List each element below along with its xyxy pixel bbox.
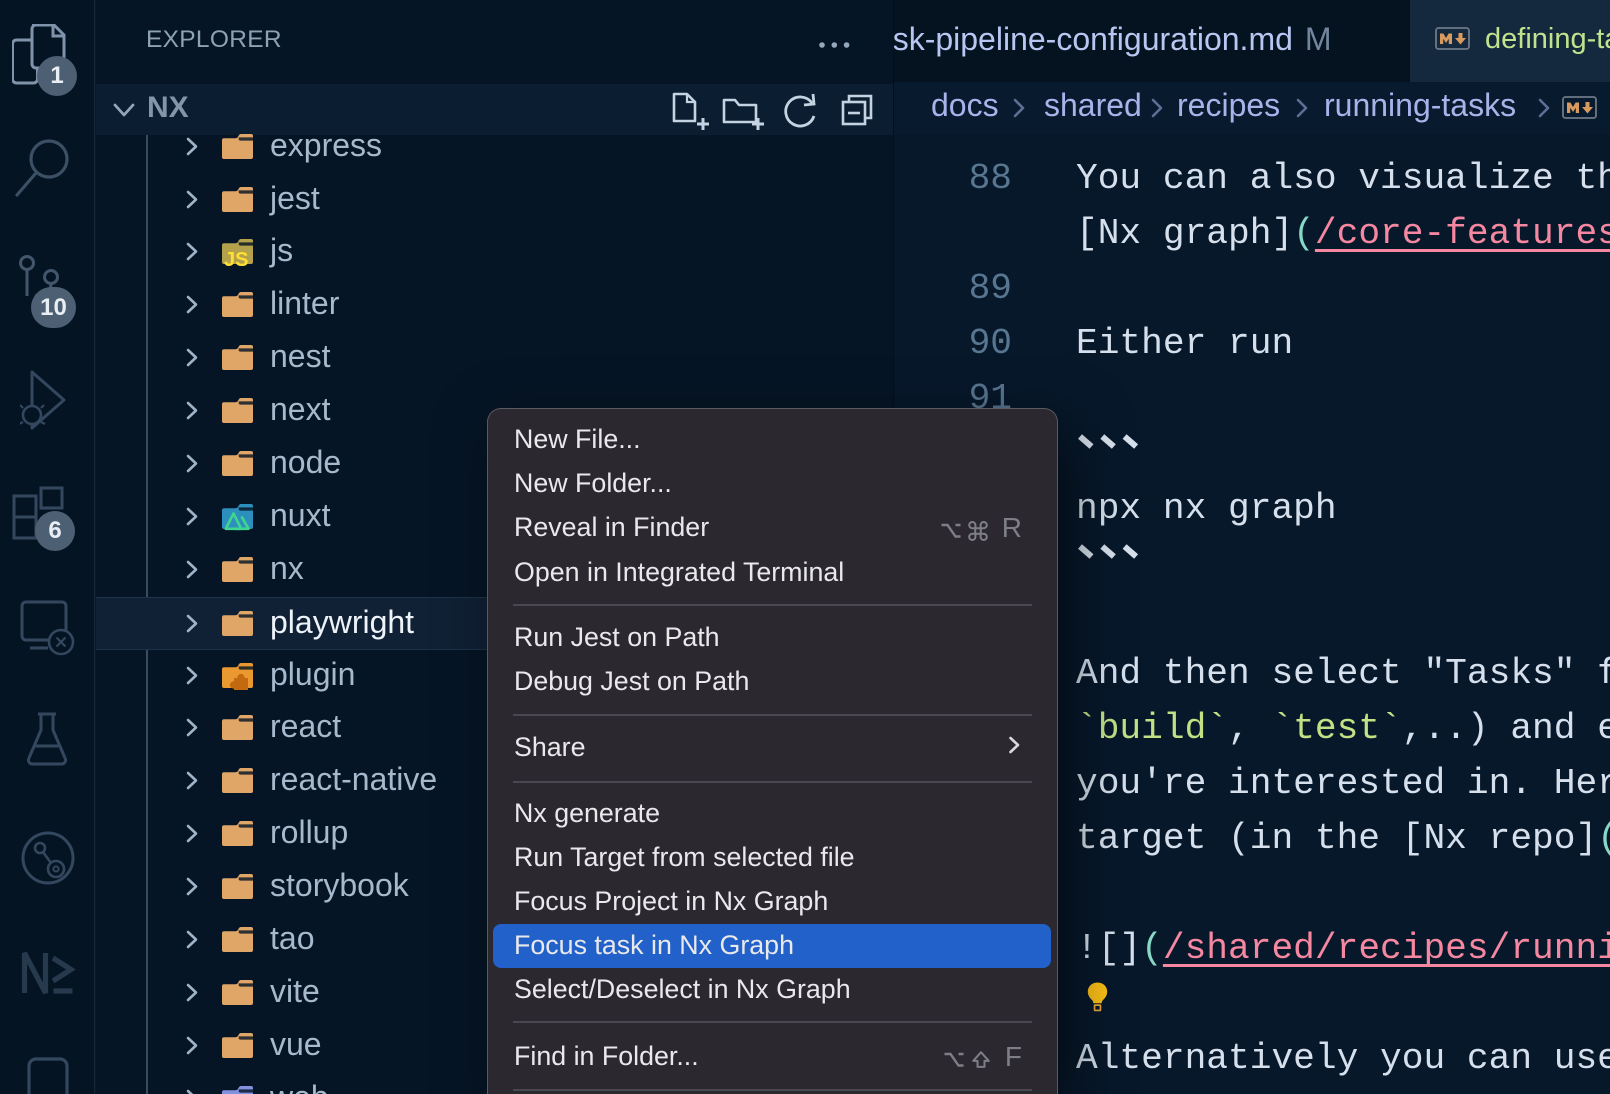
svg-text:JS: JS — [224, 249, 248, 266]
